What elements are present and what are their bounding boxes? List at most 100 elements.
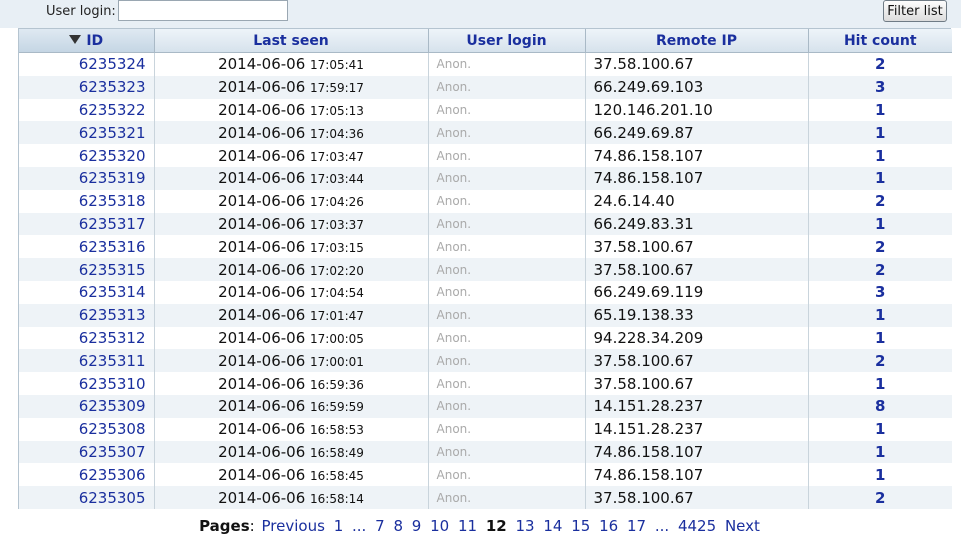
page-link-last[interactable]: 4425 — [678, 517, 716, 535]
cell-hit-count[interactable]: 2 — [808, 52, 952, 76]
cell-hit-count[interactable]: 3 — [808, 75, 952, 99]
page-link[interactable]: 11 — [458, 517, 477, 535]
session-id-link[interactable]: 6235309 — [79, 397, 146, 415]
session-id-link[interactable]: 6235317 — [79, 215, 146, 233]
session-id-link[interactable]: 6235318 — [79, 192, 146, 210]
filter-list-button[interactable]: Filter list — [883, 0, 947, 22]
table-row[interactable]: 6235317 2014-06-06 17:03:37 Anon. 66.249.83… — [19, 212, 952, 236]
page-link[interactable]: 16 — [599, 517, 618, 535]
cell-id[interactable]: 6235313 — [19, 303, 155, 327]
cell-id[interactable]: 6235322 — [19, 98, 155, 122]
cell-id[interactable]: 6235309 — [19, 394, 155, 418]
cell-id[interactable]: 6235318 — [19, 189, 155, 213]
cell-id[interactable]: 6235315 — [19, 258, 155, 281]
cell-id[interactable]: 6235320 — [19, 144, 155, 167]
user-login-input[interactable] — [118, 0, 288, 21]
session-id-link[interactable]: 6235319 — [79, 169, 146, 187]
page-link[interactable]: 13 — [516, 517, 535, 535]
table-row[interactable]: 6235309 2014-06-06 16:59:59 Anon. 14.151.28… — [19, 394, 952, 418]
cell-id[interactable]: 6235311 — [19, 349, 155, 373]
table-row[interactable]: 6235320 2014-06-06 17:03:47 Anon. 74.86.158… — [19, 144, 952, 167]
cell-id[interactable]: 6235314 — [19, 280, 155, 304]
table-row[interactable]: 6235319 2014-06-06 17:03:44 Anon. 74.86.158… — [19, 166, 952, 190]
table-row[interactable]: 6235305 2014-06-06 16:58:14 Anon. 37.58.100… — [19, 486, 952, 509]
column-header-id[interactable]: ID — [19, 29, 155, 53]
session-id-link[interactable]: 6235322 — [79, 101, 146, 119]
page-link[interactable]: 15 — [571, 517, 590, 535]
session-id-link[interactable]: 6235310 — [79, 375, 146, 393]
cell-hit-count[interactable]: 8 — [808, 394, 952, 418]
cell-id[interactable]: 6235317 — [19, 212, 155, 236]
cell-hit-count[interactable]: 1 — [808, 212, 952, 236]
session-id-link[interactable]: 6235320 — [79, 147, 146, 165]
page-link[interactable]: 9 — [412, 517, 422, 535]
table-row[interactable]: 6235318 2014-06-06 17:04:26 Anon. 24.6.14.4… — [19, 189, 952, 213]
table-row[interactable]: 6235315 2014-06-06 17:02:20 Anon. 37.58.100… — [19, 258, 952, 281]
cell-id[interactable]: 6235316 — [19, 235, 155, 259]
table-row[interactable]: 6235316 2014-06-06 17:03:15 Anon. 37.58.100… — [19, 235, 952, 259]
cell-hit-count[interactable]: 2 — [808, 235, 952, 259]
table-row[interactable]: 6235307 2014-06-06 16:58:49 Anon. 74.86.158… — [19, 440, 952, 464]
cell-hit-count[interactable]: 3 — [808, 280, 952, 304]
table-row[interactable]: 6235321 2014-06-06 17:04:36 Anon. 66.249.69… — [19, 121, 952, 145]
cell-hit-count[interactable]: 1 — [808, 440, 952, 464]
cell-hit-count[interactable]: 1 — [808, 121, 952, 145]
session-id-link[interactable]: 6235308 — [79, 420, 146, 438]
session-id-link[interactable]: 6235324 — [79, 55, 146, 73]
cell-hit-count[interactable]: 1 — [808, 326, 952, 350]
cell-id[interactable]: 6235307 — [19, 440, 155, 464]
session-id-link[interactable]: 6235307 — [79, 443, 146, 461]
page-link-first[interactable]: 1 — [334, 517, 344, 535]
table-row[interactable]: 6235310 2014-06-06 16:59:36 Anon. 37.58.100… — [19, 372, 952, 395]
cell-id[interactable]: 6235306 — [19, 463, 155, 487]
session-id-link[interactable]: 6235315 — [79, 261, 146, 279]
table-row[interactable]: 6235313 2014-06-06 17:01:47 Anon. 65.19.138… — [19, 303, 952, 327]
cell-id[interactable]: 6235310 — [19, 372, 155, 395]
cell-id[interactable]: 6235321 — [19, 121, 155, 145]
cell-hit-count[interactable]: 2 — [808, 349, 952, 373]
cell-id[interactable]: 6235305 — [19, 486, 155, 509]
page-link[interactable]: 10 — [430, 517, 449, 535]
cell-id[interactable]: 6235324 — [19, 52, 155, 76]
cell-hit-count[interactable]: 2 — [808, 258, 952, 281]
page-link[interactable]: 17 — [627, 517, 646, 535]
page-link[interactable]: 8 — [393, 517, 403, 535]
cell-hit-count[interactable]: 1 — [808, 144, 952, 167]
table-row[interactable]: 6235324 2014-06-06 17:05:41 Anon. 37.58.100… — [19, 52, 952, 76]
cell-id[interactable]: 6235308 — [19, 417, 155, 441]
table-row[interactable]: 6235311 2014-06-06 17:00:01 Anon. 37.58.100… — [19, 349, 952, 373]
session-id-link[interactable]: 6235305 — [79, 489, 146, 507]
page-previous-link[interactable]: Previous — [262, 517, 325, 535]
cell-hit-count[interactable]: 1 — [808, 463, 952, 487]
page-next-link[interactable]: Next — [725, 517, 760, 535]
cell-hit-count[interactable]: 1 — [808, 417, 952, 441]
cell-id[interactable]: 6235323 — [19, 75, 155, 99]
table-row[interactable]: 6235322 2014-06-06 17:05:13 Anon. 120.146.2… — [19, 98, 952, 122]
session-id-link[interactable]: 6235316 — [79, 238, 146, 256]
cell-hit-count[interactable]: 1 — [808, 303, 952, 327]
cell-hit-count[interactable]: 2 — [808, 486, 952, 509]
cell-hit-count[interactable]: 1 — [808, 98, 952, 122]
column-header-remote-ip[interactable]: Remote IP — [585, 29, 809, 53]
session-id-link[interactable]: 6235314 — [79, 283, 146, 301]
session-id-link[interactable]: 6235306 — [79, 466, 146, 484]
session-id-link[interactable]: 6235311 — [79, 352, 146, 370]
session-id-link[interactable]: 6235313 — [79, 306, 146, 324]
page-link[interactable]: 14 — [543, 517, 562, 535]
session-id-link[interactable]: 6235323 — [79, 78, 146, 96]
table-row[interactable]: 6235308 2014-06-06 16:58:53 Anon. 14.151.28… — [19, 417, 952, 441]
cell-hit-count[interactable]: 1 — [808, 166, 952, 190]
cell-hit-count[interactable]: 1 — [808, 372, 952, 395]
column-header-hit-count[interactable]: Hit count — [808, 29, 952, 53]
column-header-user-login[interactable]: User login — [428, 29, 586, 53]
table-row[interactable]: 6235306 2014-06-06 16:58:45 Anon. 74.86.158… — [19, 463, 952, 487]
cell-id[interactable]: 6235319 — [19, 166, 155, 190]
cell-id[interactable]: 6235312 — [19, 326, 155, 350]
table-row[interactable]: 6235314 2014-06-06 17:04:54 Anon. 66.249.69… — [19, 280, 952, 304]
column-header-last-seen[interactable]: Last seen — [154, 29, 429, 53]
cell-hit-count[interactable]: 2 — [808, 189, 952, 213]
session-id-link[interactable]: 6235312 — [79, 329, 146, 347]
page-link[interactable]: 7 — [375, 517, 385, 535]
table-row[interactable]: 6235312 2014-06-06 17:00:05 Anon. 94.228.34… — [19, 326, 952, 350]
table-row[interactable]: 6235323 2014-06-06 17:59:17 Anon. 66.249.69… — [19, 75, 952, 99]
